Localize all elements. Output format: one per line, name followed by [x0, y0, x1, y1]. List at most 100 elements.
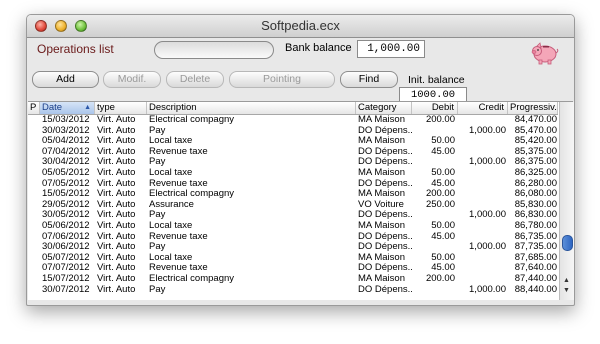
table-row[interactable]: 05/07/2012 Virt. Auto Local taxe MA Maison 5…	[28, 253, 558, 264]
cell-description: Pay	[149, 242, 166, 253]
cell-debit: 45.00	[431, 178, 455, 189]
column-header-progressive[interactable]: Progressiv...	[508, 102, 558, 114]
cell-category: DO Dépens...	[358, 125, 412, 136]
table-row[interactable]: 29/05/2012 Virt. Auto Assurance VO Voiture 2…	[28, 200, 558, 211]
cell-type: Virt. Auto	[97, 231, 136, 242]
title-bar[interactable]: Softpedia.ecx	[27, 15, 574, 38]
column-header-debit[interactable]: Debit	[412, 102, 458, 114]
add-button[interactable]: Add	[32, 71, 99, 88]
cell-credit	[458, 221, 506, 232]
scrollbar-thumb[interactable]	[562, 235, 573, 251]
table-header: P Date ▲ type Description Category Debit…	[28, 102, 558, 115]
table-row[interactable]: 05/06/2012 Virt. Auto Local taxe MA Maison 5…	[28, 221, 558, 232]
cell-type: Virt. Auto	[97, 210, 136, 221]
cell-date: 30/04/2012	[42, 157, 90, 168]
cell-description: Pay	[149, 157, 166, 168]
cell-debit: 250.00	[425, 199, 455, 210]
cell-debit	[412, 242, 455, 253]
cell-category: DO Dépens...	[358, 146, 412, 157]
table-row[interactable]: 05/05/2012 Virt. Auto Local taxe MA Maison 5…	[28, 168, 558, 179]
cell-debit	[412, 126, 455, 137]
bank-balance-label: Bank balance	[285, 42, 352, 54]
table-row[interactable]: 05/04/2012 Virt. Auto Local taxe MA Maison 5…	[28, 136, 558, 147]
column-header-date[interactable]: Date ▲	[40, 102, 95, 114]
table-row[interactable]: 07/07/2012 Virt. Auto Revenue taxe DO Dépen…	[28, 263, 558, 274]
cell-date: 30/07/2012	[42, 284, 90, 295]
cell-category: DO Dépens...	[358, 242, 412, 253]
column-header-pointed[interactable]: P	[28, 102, 40, 114]
cell-progressive: 86,735.00	[514, 231, 557, 242]
find-button[interactable]: Find	[340, 71, 398, 88]
column-header-credit[interactable]: Credit	[458, 102, 508, 114]
table-row[interactable]: 30/05/2012 Virt. Auto Pay DO Dépens... 1,000…	[28, 210, 558, 221]
cell-type: Virt. Auto	[97, 273, 136, 284]
delete-button[interactable]: Delete	[166, 71, 224, 88]
cell-category: DO Dépens...	[358, 157, 412, 168]
table-row[interactable]: 30/03/2012 Virt. Auto Pay DO Dépens... 1,000…	[28, 126, 558, 137]
window-title: Softpedia.ecx	[261, 18, 340, 33]
cell-type: Virt. Auto	[97, 136, 136, 147]
init-balance-label: Init. balance	[408, 74, 465, 86]
table-row[interactable]: 15/03/2012 Virt. Auto Electrical compagny M…	[28, 115, 558, 126]
cell-type: Virt. Auto	[97, 242, 136, 253]
table-row[interactable]: 30/06/2012 Virt. Auto Pay DO Dépens... 1,000…	[28, 242, 558, 253]
cell-debit	[412, 210, 455, 221]
cell-debit: 50.00	[431, 220, 455, 231]
cell-description: Revenue taxe	[149, 263, 208, 274]
cell-type: Virt. Auto	[97, 167, 136, 178]
table-row[interactable]: 07/05/2012 Virt. Auto Revenue taxe DO Dépen…	[28, 179, 558, 190]
cell-debit: 45.00	[431, 146, 455, 157]
cell-type: Virt. Auto	[97, 125, 136, 136]
cell-credit	[458, 189, 506, 200]
vertical-scrollbar[interactable]: ▲ ▼	[559, 102, 574, 300]
search-field[interactable]	[154, 41, 274, 59]
cell-description: Local taxe	[149, 167, 193, 178]
cell-progressive: 86,375.00	[514, 157, 557, 168]
cell-credit	[458, 274, 506, 285]
table-row[interactable]: 15/07/2012 Virt. Auto Electrical compagny M…	[28, 274, 558, 285]
cell-date: 05/07/2012	[42, 252, 90, 263]
operations-table: P Date ▲ type Description Category Debit…	[28, 101, 574, 300]
cell-date: 15/07/2012	[42, 273, 90, 284]
cell-debit	[412, 285, 455, 296]
cell-progressive: 86,780.00	[514, 220, 557, 231]
table-row[interactable]: 30/04/2012 Virt. Auto Pay DO Dépens... 1,000…	[28, 157, 558, 168]
cell-credit: 1,000.00	[469, 125, 506, 136]
modify-button[interactable]: Modif.	[103, 71, 161, 88]
cell-type: Virt. Auto	[97, 252, 136, 263]
cell-category: DO Dépens...	[358, 263, 412, 274]
cell-date: 30/06/2012	[42, 242, 90, 253]
table-row[interactable]: 07/06/2012 Virt. Auto Revenue taxe DO Dépen…	[28, 232, 558, 243]
column-header-category[interactable]: Category	[356, 102, 412, 114]
cell-credit	[458, 136, 506, 147]
pointing-button[interactable]: Pointing	[229, 71, 335, 88]
cell-description: Revenue taxe	[149, 146, 208, 157]
cell-debit	[412, 157, 455, 168]
cell-type: Virt. Auto	[97, 178, 136, 189]
column-header-type[interactable]: type	[95, 102, 147, 114]
cell-description: Pay	[149, 210, 166, 221]
cell-description: Pay	[149, 284, 166, 295]
table-row[interactable]: 30/07/2012 Virt. Auto Pay DO Dépens... 1,000…	[28, 285, 558, 296]
cell-description: Assurance	[149, 199, 194, 210]
cell-credit	[458, 115, 506, 126]
cell-progressive: 88,440.00	[514, 284, 557, 295]
column-header-date-label: Date	[42, 102, 63, 113]
scroll-down-arrow-icon[interactable]: ▼	[563, 287, 570, 294]
cell-credit	[458, 200, 506, 211]
cell-date: 07/05/2012	[42, 178, 90, 189]
cell-progressive: 87,440.00	[514, 273, 557, 284]
cell-debit: 50.00	[431, 252, 455, 263]
table-row[interactable]: 07/04/2012 Virt. Auto Revenue taxe DO Dépen…	[28, 147, 558, 158]
cell-progressive: 86,830.00	[514, 210, 557, 221]
cell-credit: 1,000.00	[469, 210, 506, 221]
cell-progressive: 84,470.00	[514, 115, 557, 125]
cell-description: Electrical compagny	[149, 115, 235, 125]
scroll-up-arrow-icon[interactable]: ▲	[563, 277, 570, 284]
column-header-description[interactable]: Description	[147, 102, 356, 114]
cell-category: MA Maison	[358, 252, 405, 263]
table-row[interactable]: 15/05/2012 Virt. Auto Electrical compagny M…	[28, 189, 558, 200]
cell-category: DO Dépens...	[358, 231, 412, 242]
cell-credit	[458, 232, 506, 243]
cell-debit: 50.00	[431, 167, 455, 178]
